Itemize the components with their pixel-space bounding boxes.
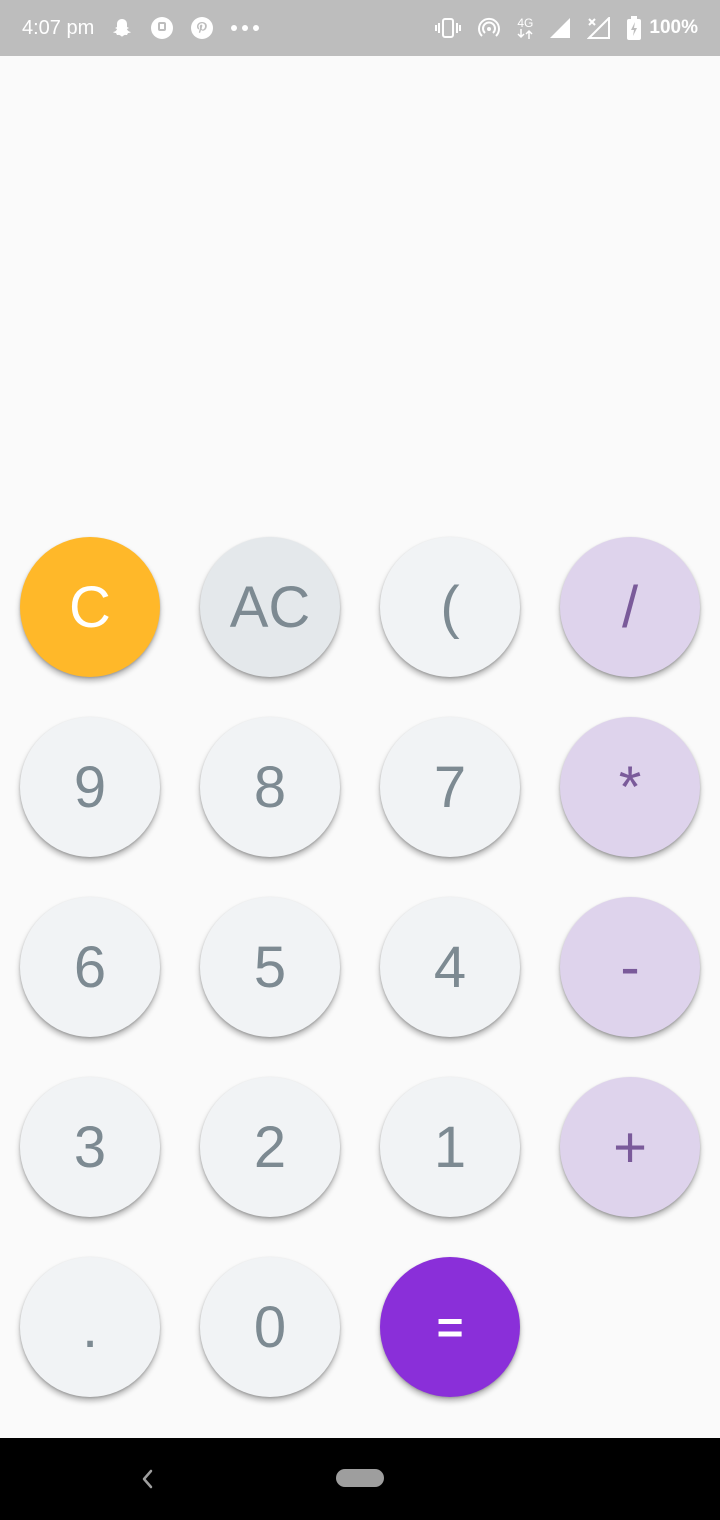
snapchat-icon — [110, 16, 134, 40]
clear-button[interactable]: C — [20, 537, 160, 677]
status-left: 4:07 pm — [22, 16, 260, 40]
signal-no-data-icon — [587, 17, 611, 39]
battery-charging-icon — [627, 16, 642, 40]
digit-1-button[interactable]: 1 — [380, 1077, 520, 1217]
signal-icon — [549, 17, 571, 39]
pinterest-icon — [190, 16, 214, 40]
status-bar: 4:07 pm 4G 100% — [0, 0, 720, 56]
decimal-point-button[interactable]: . — [20, 1257, 160, 1397]
network-type: 4G — [517, 16, 534, 30]
divide-button[interactable]: / — [560, 537, 700, 677]
status-right: 4G 100% — [435, 16, 698, 40]
status-time: 4:07 pm — [22, 16, 95, 39]
network-4g-icon: 4G — [517, 17, 533, 39]
equals-button[interactable]: = — [380, 1257, 520, 1397]
digit-8-button[interactable]: 8 — [200, 717, 340, 857]
digit-6-button[interactable]: 6 — [20, 897, 160, 1037]
all-clear-button[interactable]: AC — [200, 537, 340, 677]
digit-7-button[interactable]: 7 — [380, 717, 520, 857]
back-icon[interactable] — [132, 1464, 162, 1494]
hotspot-icon — [477, 16, 501, 40]
digit-0-button[interactable]: 0 — [200, 1257, 340, 1397]
plus-button[interactable]: + — [560, 1077, 700, 1217]
digit-5-button[interactable]: 5 — [200, 897, 340, 1037]
battery-level: 100% — [649, 17, 698, 38]
more-dots-icon — [230, 23, 260, 33]
home-pill-icon[interactable] — [336, 1469, 384, 1487]
minus-button[interactable]: - — [560, 897, 700, 1037]
multiply-button[interactable]: * — [560, 717, 700, 857]
vibrate-icon — [435, 17, 462, 39]
digit-9-button[interactable]: 9 — [20, 717, 160, 857]
digit-3-button[interactable]: 3 — [20, 1077, 160, 1217]
digit-2-button[interactable]: 2 — [200, 1077, 340, 1217]
calculator-display — [0, 56, 720, 526]
digit-4-button[interactable]: 4 — [380, 897, 520, 1037]
calculator-keypad: C AC ( / 9 8 7 * 6 5 4 - 3 2 1 + . 0 = — [0, 537, 720, 1397]
parenthesis-button[interactable]: ( — [380, 537, 520, 677]
pocket-icon — [150, 16, 174, 40]
navigation-bar — [0, 1438, 720, 1520]
